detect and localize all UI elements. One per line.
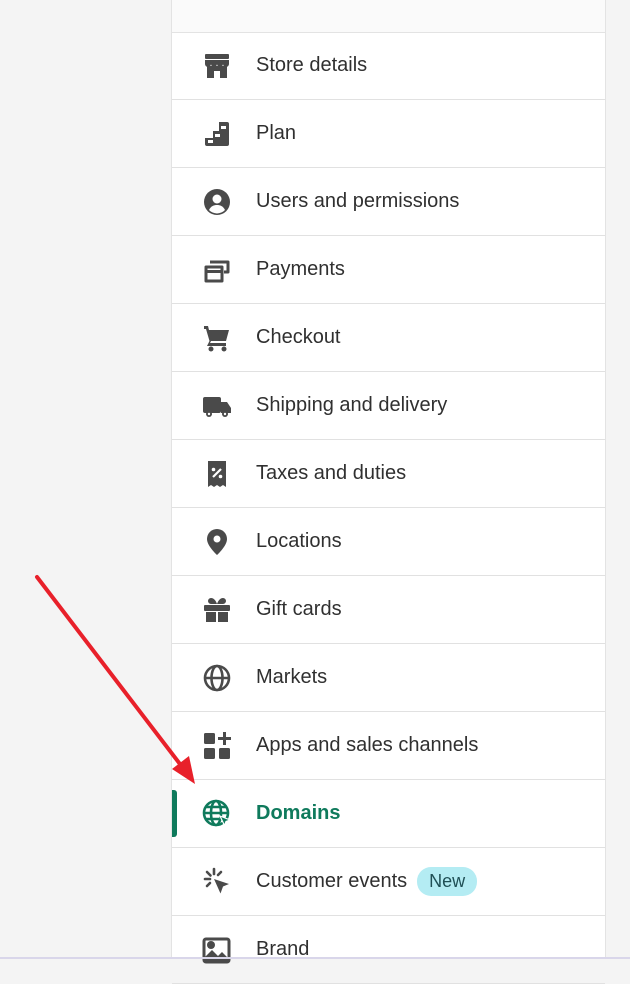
- payments-icon: [201, 254, 233, 286]
- plan-icon: [201, 118, 233, 150]
- sidebar-item-markets[interactable]: Markets: [172, 644, 605, 712]
- sidebar-item-customer-events[interactable]: Customer events New: [172, 848, 605, 916]
- sidebar-item-locations[interactable]: Locations: [172, 508, 605, 576]
- sidebar-item-label: Customer events New: [256, 867, 478, 896]
- sidebar-item-label: Users and permissions: [256, 190, 460, 212]
- cart-icon: [201, 322, 233, 354]
- customer-events-label: Customer events: [256, 869, 408, 892]
- apps-icon: [201, 730, 233, 762]
- store-icon: [201, 50, 233, 82]
- sidebar-item-shipping-and-delivery[interactable]: Shipping and delivery: [172, 372, 605, 440]
- sidebar-item-brand[interactable]: Brand: [172, 916, 605, 984]
- sidebar-item-apps-and-sales-channels[interactable]: Apps and sales channels: [172, 712, 605, 780]
- sidebar-item-label: Payments: [256, 258, 345, 280]
- sidebar-item-payments[interactable]: Payments: [172, 236, 605, 304]
- new-badge: New: [417, 867, 478, 896]
- sidebar-item-label: Store details: [256, 54, 368, 76]
- settings-nav-list: Store details Plan Users and permissions…: [172, 32, 605, 984]
- globe-markets-icon: [201, 662, 233, 694]
- gift-icon: [201, 594, 233, 626]
- sidebar-item-store-details[interactable]: Store details: [172, 32, 605, 100]
- sidebar-item-label: Shipping and delivery: [256, 394, 448, 416]
- sidebar-item-label: Locations: [256, 530, 342, 552]
- sidebar-item-domains[interactable]: Domains: [172, 780, 605, 848]
- sidebar-item-users-and-permissions[interactable]: Users and permissions: [172, 168, 605, 236]
- sidebar-item-label: Domains: [256, 802, 341, 824]
- settings-sidebar: Store details Plan Users and permissions…: [171, 0, 606, 984]
- location-pin-icon: [201, 526, 233, 558]
- tax-receipt-icon: [201, 458, 233, 490]
- sidebar-top-item: [172, 0, 605, 33]
- sidebar-item-label: Checkout: [256, 326, 341, 348]
- sidebar-item-label: Plan: [256, 122, 297, 144]
- sidebar-item-label: Taxes and duties: [256, 462, 407, 484]
- truck-icon: [201, 390, 233, 422]
- sidebar-item-taxes-and-duties[interactable]: Taxes and duties: [172, 440, 605, 508]
- sidebar-item-label: Apps and sales channels: [256, 734, 479, 756]
- sidebar-item-gift-cards[interactable]: Gift cards: [172, 576, 605, 644]
- sidebar-item-label: Gift cards: [256, 598, 342, 620]
- user-circle-icon: [201, 186, 233, 218]
- sparkle-cursor-icon: [201, 866, 233, 898]
- image-icon: [201, 934, 233, 966]
- active-indicator: [172, 790, 177, 837]
- sidebar-item-checkout[interactable]: Checkout: [172, 304, 605, 372]
- globe-cursor-icon: [201, 798, 233, 830]
- sidebar-item-plan[interactable]: Plan: [172, 100, 605, 168]
- sidebar-item-label: Markets: [256, 666, 328, 688]
